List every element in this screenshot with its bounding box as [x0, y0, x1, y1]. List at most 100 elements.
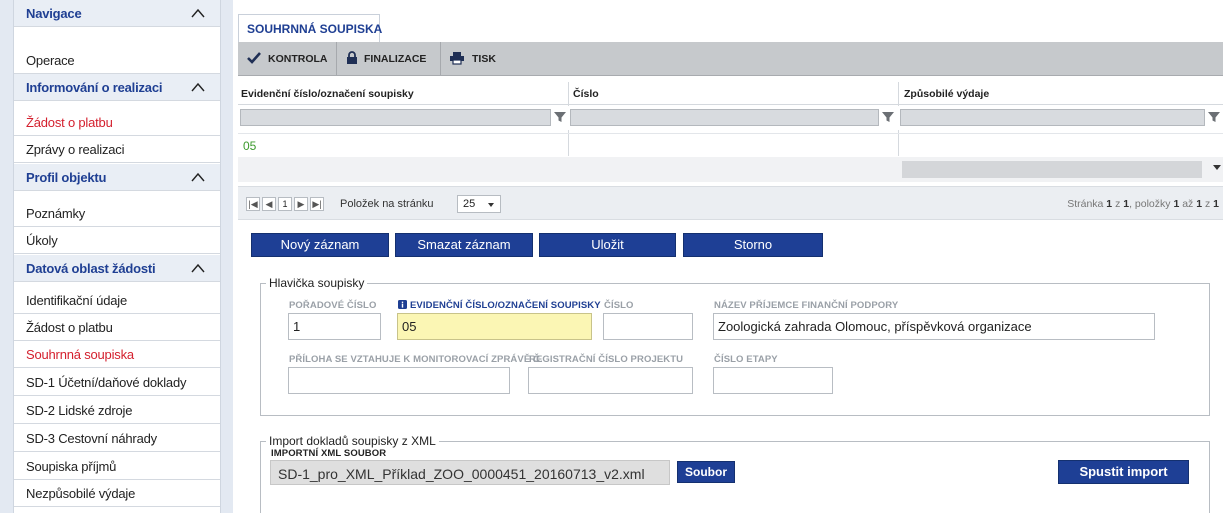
column-header[interactable]: Evidenční číslo/označení soupisky [241, 88, 414, 100]
sidebar-item-label: Zprávy o realizaci [26, 142, 125, 157]
page-number-button[interactable]: 1 [278, 197, 292, 211]
file-browse-button[interactable]: Soubor [677, 461, 735, 483]
chevron-down-icon[interactable] [1213, 165, 1221, 170]
required-icon [398, 300, 407, 309]
new-record-button[interactable]: Nový záznam [251, 233, 389, 257]
field-label: IMPORTNÍ XML SOUBOR [271, 448, 387, 459]
sidebar-item-label: Žádost o platbu [26, 320, 113, 335]
filter-input[interactable] [570, 109, 879, 126]
pager: |◀ ◀ 1 ▶ ▶| Položek na stránku 25 Stránk… [238, 186, 1223, 220]
cislo-input[interactable] [603, 313, 693, 340]
sidebar-header-label: Profil objektu [26, 170, 107, 185]
field-label: REGISTRAČNÍ ČÍSLO PROJEKTU [529, 354, 684, 365]
sidebar-item-zpravy[interactable]: Zprávy o realizaci [14, 136, 220, 163]
poradove-cislo-input[interactable]: 1 [288, 313, 381, 340]
chevron-up-icon[interactable] [190, 81, 206, 93]
tab-label: SOUHRNNÁ SOUPISKA [247, 22, 383, 36]
prijemce-input[interactable]: Zoologická zahrada Olomouc, příspěvková … [713, 313, 1155, 340]
column-header[interactable]: Způsobilé výdaje [904, 88, 989, 100]
chevron-up-icon[interactable] [190, 7, 206, 19]
sidebar-item-label: SD-2 Lidské zdroje [26, 403, 133, 418]
cislo-etapy-input[interactable] [713, 367, 833, 394]
delete-record-button[interactable]: Smazat záznam [395, 233, 533, 257]
sidebar-item-soupiska-prijmu[interactable]: Soupiska příjmů [14, 453, 220, 480]
grid-header: Evidenční číslo/označení soupisky Číslo … [238, 82, 1223, 105]
tab-souhrnna-soupiska[interactable]: SOUHRNNÁ SOUPISKA [238, 14, 383, 42]
scrollbar-thumb[interactable] [902, 161, 1202, 178]
finalizace-label: FINALIZACE [364, 53, 427, 65]
finalizace-button[interactable]: FINALIZACE [336, 42, 441, 75]
filter-icon[interactable] [553, 110, 567, 124]
sidebar-item-label: SD-3 Cestovní náhrady [26, 431, 157, 446]
table-row[interactable]: 05 [238, 133, 1223, 158]
filter-icon[interactable] [881, 110, 895, 124]
cancel-button[interactable]: Storno [683, 233, 823, 257]
filter-input[interactable] [240, 109, 551, 126]
printer-icon [450, 52, 464, 65]
column-header[interactable]: Číslo [573, 88, 599, 100]
sidebar-item-nezpusobile[interactable]: Nezpůsobilé výdaje [14, 480, 220, 507]
kontrola-button[interactable]: KONTROLA [238, 42, 337, 75]
horizontal-scrollbar[interactable] [238, 157, 1223, 182]
field-label: POŘADOVÉ ČÍSLO [289, 300, 377, 311]
xml-file-input: SD-1_pro_XML_Příklad_ZOO_0000451_2016071… [270, 460, 670, 485]
sidebar-item-label: Poznámky [26, 206, 86, 221]
sidebar-header-datova-oblast[interactable]: Datová oblast žádosti [14, 255, 220, 282]
filter-icon[interactable] [1207, 110, 1221, 124]
fieldset-legend: Import dokladů soupisky z XML [266, 434, 439, 448]
field-label: EVIDENČNÍ ČÍSLO/OZNAČENÍ SOUPISKY [410, 300, 601, 311]
sidebar-header-informovani[interactable]: Informování o realizaci [14, 74, 220, 101]
kontrola-label: KONTROLA [268, 53, 328, 65]
next-page-icon[interactable]: ▶ [294, 197, 308, 211]
sidebar-item-label: Úkoly [26, 233, 58, 248]
save-button[interactable]: Uložit [539, 233, 676, 257]
sidebar-item-label: Identifikační údaje [26, 293, 127, 308]
chevron-up-icon[interactable] [190, 171, 206, 183]
per-page-value: 25 [463, 198, 476, 210]
sidebar-item-souhrnna-soupiska[interactable]: Souhrnná soupiska [14, 341, 220, 368]
sidebar-header-navigace[interactable]: Navigace [14, 0, 220, 27]
evidencni-cislo-input[interactable]: 05 [397, 313, 592, 340]
sidebar-item-sd1[interactable]: SD-1 Účetní/daňové doklady [14, 369, 220, 396]
sidebar-item-label: Soupiska příjmů [26, 459, 117, 474]
chevron-down-icon [488, 203, 494, 207]
sidebar-item-label: Nezpůsobilé výdaje [26, 486, 136, 501]
field-label: ČÍSLO [604, 300, 634, 311]
pager-info: Stránka 1 z 1, položky 1 až 1 z 1 [1067, 198, 1219, 210]
sidebar-item-label: Souhrnná soupiska [26, 347, 134, 362]
lock-icon [347, 51, 357, 64]
sidebar: Navigace Operace Informování o realizaci… [0, 0, 233, 513]
field-label: ČÍSLO ETAPY [714, 354, 778, 365]
fieldset-legend: Hlavička soupisky [266, 276, 368, 290]
grid-filter-row [238, 106, 1223, 130]
sidebar-item-sd2[interactable]: SD-2 Lidské zdroje [14, 397, 220, 424]
tisk-label: TISK [472, 53, 496, 65]
sidebar-item-operace[interactable]: Operace [14, 47, 220, 74]
prev-page-icon[interactable]: ◀ [262, 197, 276, 211]
field-label: NÁZEV PŘÍJEMCE FINANČNÍ PODPORY [714, 300, 899, 311]
sidebar-item-sd3[interactable]: SD-3 Cestovní náhrady [14, 425, 220, 452]
sidebar-item-zadost-o-platbu[interactable]: Žádost o platbu [14, 109, 220, 136]
filter-input[interactable] [900, 109, 1205, 126]
tisk-button[interactable]: TISK [440, 42, 500, 75]
last-page-icon[interactable]: ▶| [310, 197, 324, 211]
run-import-button[interactable]: Spustit import [1058, 460, 1189, 484]
toolbar: KONTROLA FINALIZACE TISK [238, 42, 1223, 76]
sidebar-item-identifikacni[interactable]: Identifikační údaje [14, 287, 220, 314]
table-cell: 05 [243, 139, 257, 153]
per-page-label: Položek na stránku [340, 198, 434, 210]
first-page-icon[interactable]: |◀ [246, 197, 260, 211]
per-page-select[interactable]: 25 [457, 195, 501, 213]
priloha-input[interactable] [288, 367, 510, 394]
sidebar-header-label: Datová oblast žádosti [26, 261, 156, 276]
sidebar-panel: Navigace Operace Informování o realizaci… [13, 0, 221, 513]
chevron-up-icon[interactable] [190, 262, 206, 274]
sidebar-item-label: Operace [26, 53, 75, 68]
sidebar-item-label: Žádost o platbu [26, 115, 113, 130]
sidebar-item-poznamky[interactable]: Poznámky [14, 200, 220, 227]
sidebar-item-zadost-o-platbu-2[interactable]: Žádost o platbu [14, 314, 220, 341]
sidebar-header-profil[interactable]: Profil objektu [14, 164, 220, 191]
registracni-cislo-input[interactable] [528, 367, 693, 394]
sidebar-header-label: Navigace [26, 6, 82, 21]
sidebar-item-ukoly[interactable]: Úkoly [14, 227, 220, 254]
